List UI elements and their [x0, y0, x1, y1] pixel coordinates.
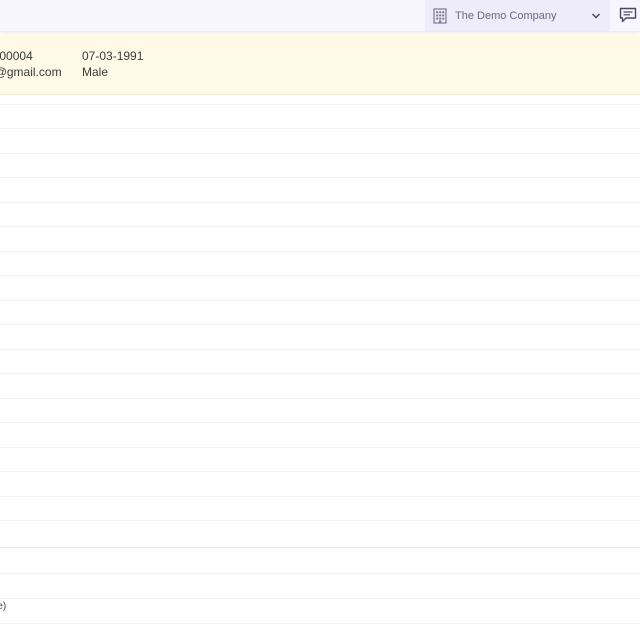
- email-cell: someuser@gmail.com: [0, 65, 62, 79]
- dob-cell: 07-03-1991: [82, 49, 144, 63]
- chat-icon: [619, 7, 637, 23]
- company-selector[interactable]: The Demo Company: [425, 0, 610, 31]
- truncated-text: (e): [0, 601, 7, 612]
- chevron-down-icon: [591, 12, 601, 19]
- building-icon: [433, 7, 447, 24]
- company-name: The Demo Company: [455, 9, 557, 22]
- row-divider: [0, 398, 640, 399]
- row-divider: [0, 520, 640, 521]
- row-divider: [0, 324, 640, 325]
- top-bar: The Demo Company: [0, 0, 640, 32]
- row-divider: [0, 422, 640, 423]
- row-divider: [0, 153, 640, 154]
- phone-cell: 0000000004: [0, 49, 33, 63]
- app-page: The Demo Company 0000000004 someuser@gma…: [0, 0, 640, 640]
- row-divider: [0, 300, 640, 301]
- row-divider: [0, 373, 640, 374]
- row-divider: [0, 573, 640, 574]
- section-divider: [0, 547, 640, 548]
- row-divider: [0, 623, 640, 624]
- row-divider: [0, 447, 640, 448]
- row-divider: [0, 226, 640, 227]
- row-divider: [0, 128, 640, 129]
- row-divider: [0, 202, 640, 203]
- row-divider: [0, 104, 640, 105]
- row-divider: [0, 275, 640, 276]
- row-divider: [0, 349, 640, 350]
- row-divider: [0, 177, 640, 178]
- row-divider: [0, 471, 640, 472]
- row-divider: [0, 496, 640, 497]
- gender-cell: Male: [82, 65, 109, 79]
- selected-table-row[interactable]: 0000000004 someuser@gmail.com 07-03-1991…: [0, 34, 640, 95]
- row-divider: [0, 251, 640, 252]
- chat-button[interactable]: [618, 3, 640, 27]
- row-divider: [0, 598, 640, 599]
